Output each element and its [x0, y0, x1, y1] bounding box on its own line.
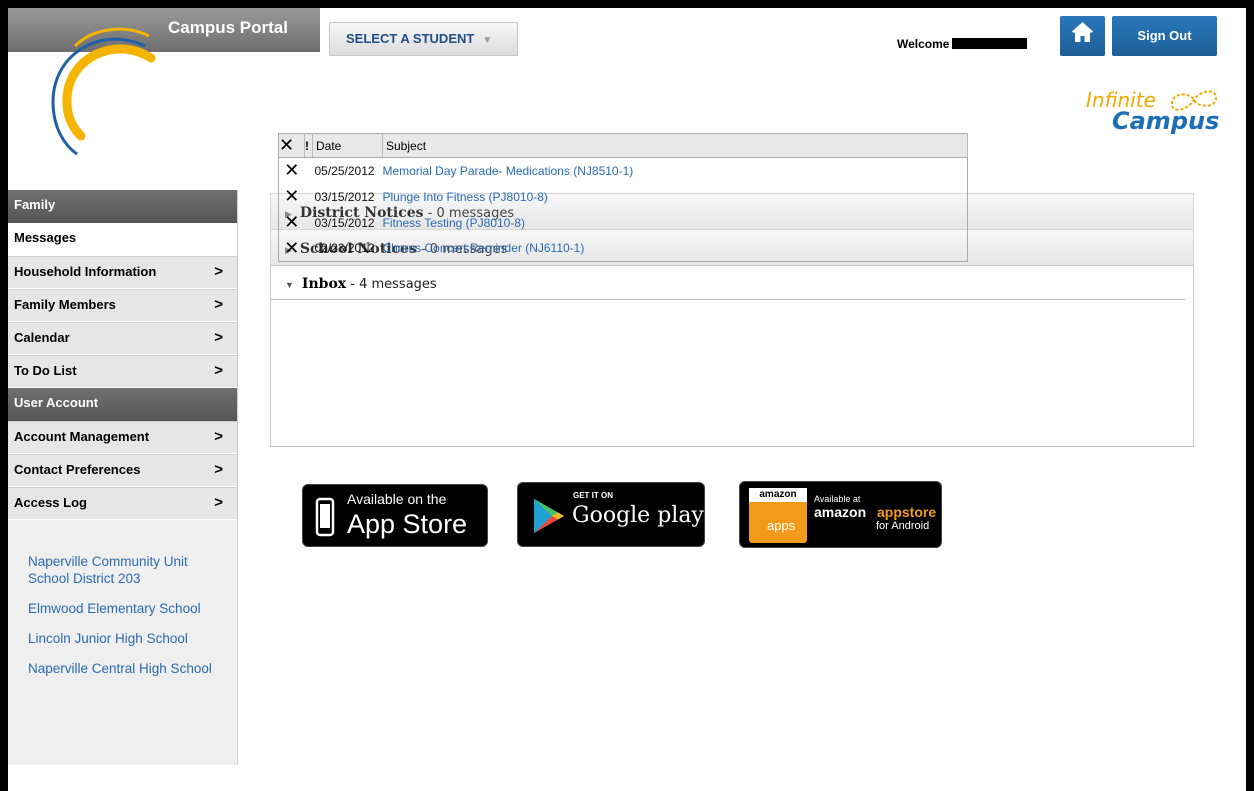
important-icon: ! [305, 138, 309, 153]
message-date: 02/23/2012 [314, 241, 375, 256]
table-header-row: ✕ ! Date Subject [278, 133, 968, 158]
message-subject-link[interactable]: Memorial Day Parade- Medications (NJ8510… [383, 158, 968, 184]
google-play-badge[interactable]: GET IT ON Google play [517, 482, 705, 547]
sidebar-item-label: Messages [14, 230, 77, 245]
home-button[interactable] [1060, 16, 1105, 56]
date-column-header[interactable]: Date [312, 133, 383, 158]
delete-message-button[interactable]: ✕ [279, 158, 305, 184]
delete-x-icon: ✕ [284, 160, 300, 181]
subject-column-header[interactable]: Subject [382, 133, 968, 158]
caret-down-icon: ▼ [482, 35, 493, 46]
sign-out-button[interactable]: Sign Out [1112, 16, 1217, 56]
inbox-count: - 4 messages [346, 277, 437, 292]
sidebar-item-family-members[interactable]: Family Members > [8, 289, 237, 322]
sidebar-item-account-management[interactable]: Account Management > [8, 421, 237, 454]
message-subject-link[interactable]: Plunge Into Fitness (PJ8010-8) [383, 184, 968, 210]
school-link-naperville-central[interactable]: Naperville Central High School [28, 660, 218, 677]
table-row: ✕ 05/25/2012 Memorial Day Parade- Medica… [279, 158, 968, 184]
phone-icon [315, 497, 335, 537]
infinite-campus-logo: Infinite Campus [1082, 78, 1222, 138]
infinity-icon [1170, 90, 1218, 111]
table-row: ✕ 03/15/2012 Plunge Into Fitness (PJ8010… [279, 184, 968, 210]
sidebar-item-label: Access Log [14, 495, 87, 510]
amazon-line1: Available at [814, 494, 861, 504]
message-date: 03/15/2012 [314, 189, 375, 204]
message-subject-link[interactable]: Fitness Testing (PJ8010-8) [383, 210, 968, 236]
sidebar-item-to-do-list[interactable]: To Do List > [8, 355, 237, 388]
delete-x-icon: ✕ [284, 237, 300, 258]
sidebar-item-label: Household Information [14, 264, 157, 279]
sidebar-item-label: Contact Preferences [14, 462, 141, 477]
redacted-user-name [952, 38, 1028, 49]
campus-swoosh-logo [51, 27, 156, 156]
google-play-line2: Google play [572, 503, 704, 528]
delete-message-button[interactable]: ✕ [279, 184, 305, 210]
sidebar-item-label: Family Members [14, 297, 116, 312]
amazon-appstore-badge[interactable]: amazon apps Available at amazon appstore… [739, 481, 942, 548]
important-cell [305, 236, 313, 262]
google-play-icon [534, 499, 564, 533]
inbox-panel: ▼ Inbox - 4 messages [270, 265, 1194, 447]
app-store-line1: Available on the [347, 491, 447, 507]
sidebar-item-label: To Do List [14, 363, 77, 378]
inbox-message-table: ✕ ! Date Subject ✕ 05/25/2012 Memorial D… [278, 133, 968, 262]
important-cell [305, 184, 313, 210]
welcome-message: Welcome [897, 37, 1028, 51]
amazon-apps-tile: amazon apps [749, 488, 807, 543]
message-date: 05/25/2012 [314, 163, 375, 178]
important-cell [305, 158, 313, 184]
delete-x-icon: ✕ [284, 212, 300, 232]
top-bar: Campus Portal SELECT A STUDENT ▼ Welcome … [8, 8, 1246, 56]
sidebar-item-label: Account Management [14, 429, 150, 444]
chevron-right-icon: > [214, 362, 223, 379]
google-play-line1: GET IT ON [573, 491, 613, 500]
table-row: ✕ 03/15/2012 Fitness Testing (PJ8010-8) [279, 210, 968, 236]
select-student-dropdown[interactable]: SELECT A STUDENT ▼ [329, 22, 518, 56]
school-link-elmwood[interactable]: Elmwood Elementary School [28, 600, 218, 617]
sidebar-item-messages[interactable]: Messages [8, 223, 237, 256]
inbox-title: Inbox [301, 276, 347, 292]
sidebar-item-label: Calendar [14, 330, 70, 345]
select-student-label: SELECT A STUDENT [346, 31, 475, 46]
sidebar: Family Messages Household Information > … [8, 190, 238, 765]
app-store-line2: App Store [347, 509, 468, 539]
chevron-right-icon: > [214, 461, 223, 478]
school-link-district-203[interactable]: Naperville Community Unit School Distric… [28, 553, 218, 587]
important-header: ! [304, 133, 313, 158]
triangle-down-icon: ▼ [285, 280, 294, 290]
chevron-right-icon: > [214, 329, 223, 346]
delete-message-button[interactable]: ✕ [279, 236, 305, 262]
school-link-lincoln[interactable]: Lincoln Junior High School [28, 630, 218, 647]
amazon-logo-strip: amazon [749, 488, 807, 502]
amazon-line2b: appstore [877, 504, 937, 520]
sidebar-section-user-account: User Account [8, 388, 237, 421]
message-subject-link[interactable]: Chorus Concert Reminder (NJ6110-1) [383, 236, 968, 262]
portal-title: Campus Portal [168, 18, 288, 37]
delete-x-icon: ✕ [284, 186, 300, 206]
important-cell [305, 210, 313, 236]
message-date: 03/15/2012 [314, 215, 375, 230]
school-links: Naperville Community Unit School Distric… [8, 520, 237, 677]
delete-all-header[interactable]: ✕ [278, 133, 305, 158]
delete-x-icon: ✕ [279, 135, 295, 155]
sidebar-item-access-log[interactable]: Access Log > [8, 487, 237, 520]
sidebar-item-calendar[interactable]: Calendar > [8, 322, 237, 355]
amazon-line2a: amazon [814, 504, 867, 520]
chevron-right-icon: > [214, 428, 223, 445]
chevron-right-icon: > [214, 296, 223, 313]
delete-message-button[interactable]: ✕ [279, 210, 305, 236]
home-icon [1072, 22, 1093, 42]
chevron-right-icon: > [214, 494, 223, 511]
table-row: ✕ 02/23/2012 Chorus Concert Reminder (NJ… [279, 236, 968, 262]
app-store-badge[interactable]: Available on the App Store [302, 484, 488, 547]
inbox-header[interactable]: ▼ Inbox - 4 messages [271, 266, 1185, 300]
amazon-line3: for Android [876, 520, 930, 532]
chevron-right-icon: > [214, 263, 223, 280]
sidebar-section-family: Family [8, 190, 237, 223]
amazon-apps-label: apps [767, 518, 796, 533]
campus-portal-window: Campus Portal SELECT A STUDENT ▼ Welcome … [8, 8, 1246, 791]
sidebar-item-contact-preferences[interactable]: Contact Preferences > [8, 454, 237, 487]
welcome-text: Welcome [897, 37, 950, 51]
sidebar-item-household-information[interactable]: Household Information > [8, 256, 237, 289]
